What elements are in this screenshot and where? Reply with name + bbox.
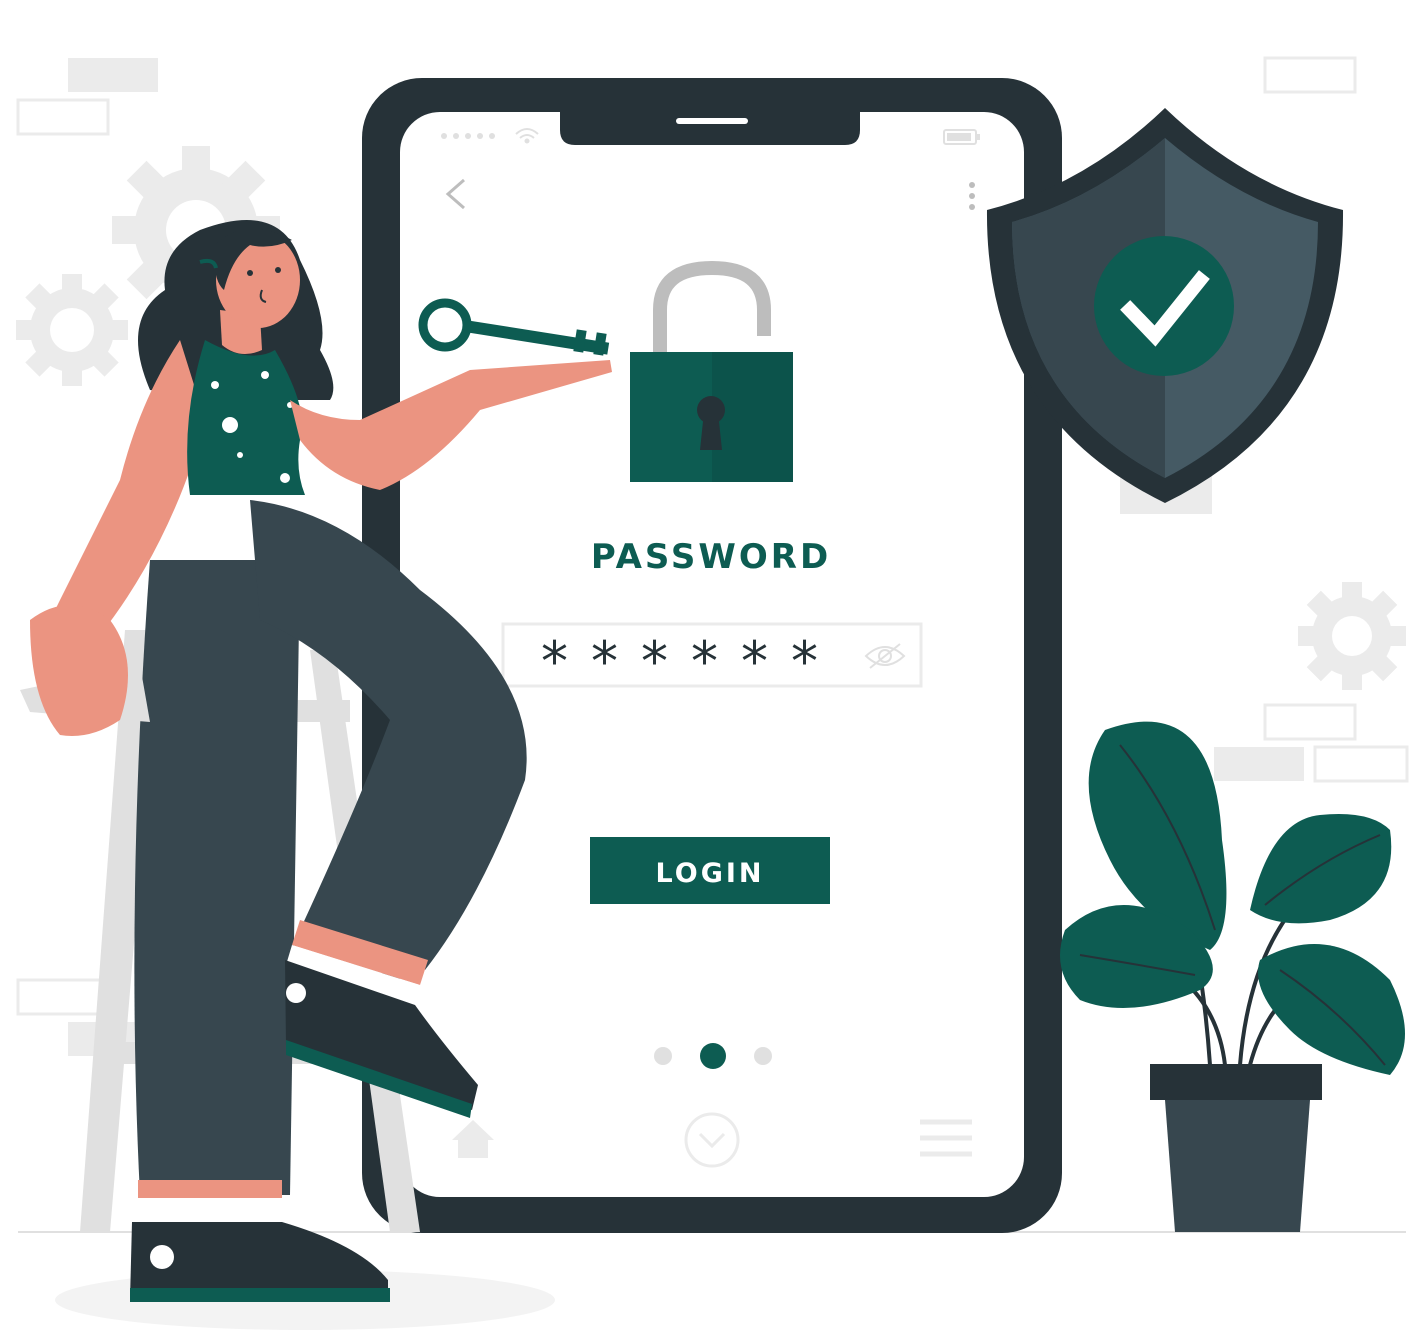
gear-icon xyxy=(1298,582,1406,690)
illustration: PASSWORD ****** LOGIN xyxy=(16,56,1409,1330)
login-label: LOGIN xyxy=(656,858,765,889)
potted-plant xyxy=(1060,721,1405,1232)
page-dot[interactable] xyxy=(654,1047,672,1065)
login-button[interactable]: LOGIN xyxy=(590,837,830,904)
more-vertical-icon[interactable] xyxy=(969,182,975,210)
page-dot[interactable] xyxy=(754,1047,772,1065)
password-title: PASSWORD xyxy=(591,537,831,577)
password-field[interactable]: ****** xyxy=(501,622,923,693)
page-dot-active[interactable] xyxy=(700,1043,726,1069)
password-value: ****** xyxy=(541,630,841,693)
gear-icon xyxy=(16,274,128,386)
